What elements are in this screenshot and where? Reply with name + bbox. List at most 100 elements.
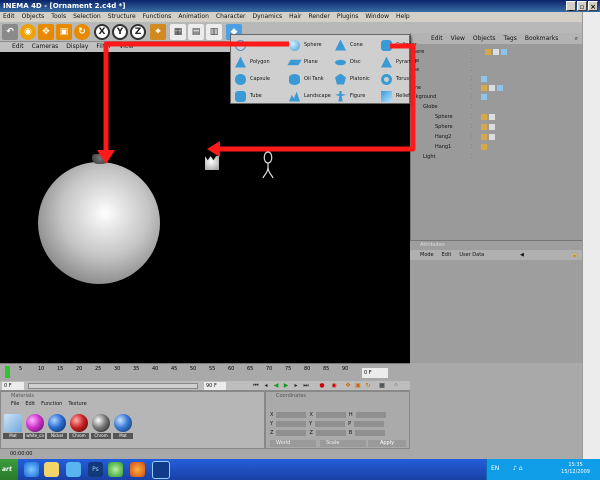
visibility-dots-icon[interactable]: ⁚ — [471, 48, 473, 56]
object-row[interactable]: Hang1 ⁚ — [411, 143, 583, 151]
render-picture-icon[interactable]: ▤ — [188, 24, 204, 40]
lock-icon[interactable]: 🔒 — [572, 250, 578, 260]
objects-menu-bookmarks[interactable]: Bookmarks — [525, 33, 559, 44]
attributes-menu-mode[interactable]: Mode — [420, 250, 434, 260]
materials-menu-function[interactable]: Function — [41, 400, 62, 408]
minimize-button[interactable]: _ — [566, 1, 576, 11]
explorer-icon[interactable] — [66, 462, 81, 477]
menu-objects[interactable]: Objects — [22, 12, 45, 22]
rotation-b-field[interactable] — [355, 429, 386, 436]
play-forward-icon[interactable]: ▶ — [282, 382, 290, 390]
materials-menu-edit[interactable]: Edit — [25, 400, 35, 408]
visibility-dots-icon[interactable]: ⁚ — [471, 75, 473, 83]
timeline[interactable]: 5 10 15 20 25 30 35 40 45 50 55 60 65 70… — [0, 363, 410, 381]
step-back-icon[interactable]: ◂ — [262, 382, 270, 390]
menu-character[interactable]: Character — [216, 12, 246, 22]
object-row[interactable]: Sphere ⁚ — [411, 123, 583, 131]
internet-explorer-icon[interactable] — [24, 462, 39, 477]
object-row[interactable]: y ⁚ — [411, 75, 583, 83]
object-row[interactable]: me ⁚ — [411, 84, 583, 92]
preview-range-slider[interactable] — [28, 383, 198, 389]
render-view-icon[interactable]: ▦ — [170, 24, 186, 40]
primitive-relief[interactable]: Relief — [381, 88, 411, 104]
start-frame-field[interactable]: 0 F — [2, 382, 24, 390]
menu-render[interactable]: Render — [308, 12, 329, 22]
cinema4d-task-button[interactable] — [152, 461, 170, 479]
object-row[interactable]: be ⁚ — [411, 66, 583, 74]
size-x-field[interactable] — [315, 411, 346, 418]
object-row[interactable]: be ⁚ — [411, 57, 583, 65]
object-row[interactable]: ckground ⁚ — [411, 93, 583, 101]
ornament-hook[interactable] — [262, 149, 274, 179]
viewport-menu-cameras[interactable]: Cameras — [32, 42, 59, 52]
menu-structure[interactable]: Structure — [108, 12, 136, 22]
menu-tools[interactable]: Tools — [51, 12, 66, 22]
move-icon[interactable]: ✥ — [38, 24, 54, 40]
viewport-menu-view[interactable]: View — [119, 42, 133, 52]
visibility-dots-icon[interactable]: ⁚ — [471, 84, 473, 92]
menu-window[interactable]: Window — [365, 12, 389, 22]
material-item[interactable]: Chrom — [91, 414, 111, 442]
scale-icon[interactable]: ▣ — [56, 24, 72, 40]
start-button[interactable]: art — [0, 459, 18, 480]
menu-hair[interactable]: Hair — [289, 12, 301, 22]
coordinate-system-icon[interactable]: ⌖ — [150, 24, 166, 40]
materials-menu-texture[interactable]: Texture — [68, 400, 86, 408]
key-scale-icon[interactable]: ▣ — [354, 382, 362, 390]
rotation-p-field[interactable] — [354, 420, 385, 427]
position-z-field[interactable] — [276, 429, 307, 436]
viewport-menu-edit[interactable]: Edit — [12, 42, 24, 52]
key-points-icon[interactable]: ⁘ — [392, 382, 400, 390]
record-icon[interactable]: ● — [318, 382, 326, 390]
material-item[interactable]: white_ca — [25, 414, 45, 442]
key-rotation-icon[interactable]: ↻ — [364, 382, 372, 390]
position-x-field[interactable] — [276, 411, 307, 418]
objects-menu-objects[interactable]: Objects — [473, 33, 496, 44]
material-item[interactable]: Mat — [3, 414, 23, 442]
maximize-button[interactable]: ▫ — [577, 1, 587, 11]
tray-icons[interactable]: ♪ ⌂ — [513, 465, 523, 472]
primitive-torus[interactable]: Torus — [381, 71, 411, 87]
objects-menu-tags[interactable]: Tags — [504, 33, 517, 44]
primitive-capsule[interactable]: Capsule — [235, 71, 295, 87]
key-position-icon[interactable]: ✥ — [344, 382, 352, 390]
coordinate-space-dropdown[interactable]: World — [270, 440, 316, 447]
viewport-menu-filter[interactable]: Filter — [96, 42, 111, 52]
viewport-menu-display[interactable]: Display — [66, 42, 88, 52]
size-z-field[interactable] — [315, 429, 346, 436]
firefox-icon[interactable] — [130, 462, 145, 477]
menu-dynamics[interactable]: Dynamics — [253, 12, 283, 22]
visibility-dots-icon[interactable]: ⁚ — [471, 143, 473, 151]
visibility-dots-icon[interactable]: ⁚ — [471, 153, 473, 161]
object-row[interactable]: Hang2 ⁚ — [411, 133, 583, 141]
rotation-h-field[interactable] — [355, 411, 386, 418]
menu-help[interactable]: Help — [396, 12, 410, 22]
search-icon[interactable]: ⌕ — [575, 33, 578, 44]
close-button[interactable]: × — [588, 1, 598, 11]
menu-edit[interactable]: Edit — [3, 12, 15, 22]
visibility-dots-icon[interactable]: ⁚ — [471, 123, 473, 131]
object-row[interactable]: Light ⁚ — [411, 153, 583, 161]
primitive-polygon[interactable]: Polygon — [235, 54, 295, 70]
render-settings-icon[interactable]: ▥ — [206, 24, 222, 40]
materials-menu-file[interactable]: File — [11, 400, 19, 408]
menu-functions[interactable]: Functions — [143, 12, 172, 22]
apply-button[interactable]: Apply — [368, 440, 406, 447]
ornament-sphere[interactable] — [38, 162, 160, 284]
material-item[interactable]: Chrom — [69, 414, 89, 442]
live-selection-icon[interactable]: ◉ — [20, 24, 36, 40]
attributes-menu-user-data[interactable]: User Data — [459, 250, 484, 260]
app-icon[interactable] — [108, 462, 123, 477]
position-y-field[interactable] — [276, 420, 307, 427]
x-axis-button[interactable]: X — [94, 24, 110, 40]
primitive-cylinder[interactable]: Cylinder — [381, 37, 417, 53]
back-arrow-icon[interactable]: ◀ — [520, 250, 524, 260]
visibility-dots-icon[interactable]: ⁚ — [471, 93, 473, 101]
clock[interactable]: 15:35 15/12/2009 — [561, 462, 590, 476]
size-mode-dropdown[interactable]: Scale — [320, 440, 366, 447]
visibility-dots-icon[interactable]: ⁚ — [471, 57, 473, 65]
step-forward-icon[interactable]: ▸ — [292, 382, 300, 390]
ornament-cap-copy[interactable] — [205, 156, 219, 170]
material-item[interactable]: Nickel — [47, 414, 67, 442]
end-frame-field[interactable]: 90 F — [204, 382, 226, 390]
